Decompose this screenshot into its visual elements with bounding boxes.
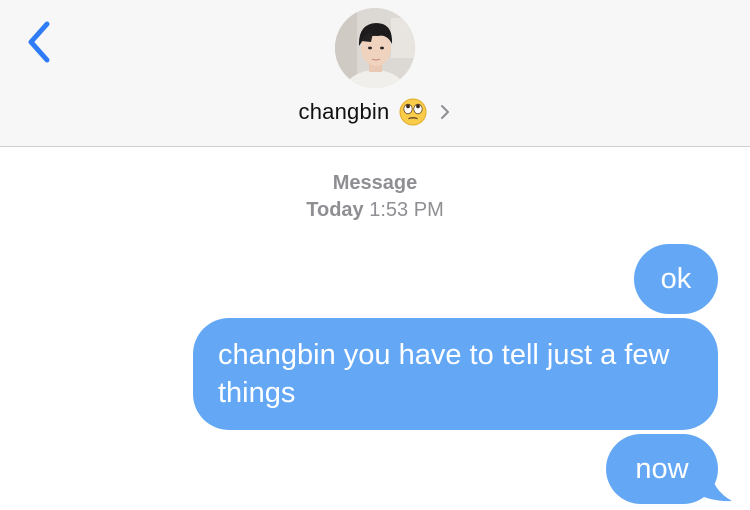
contact-name: changbin — [298, 99, 390, 124]
chevron-right-icon — [441, 105, 450, 119]
contact-avatar-photo — [335, 8, 415, 88]
imessage-conversation-screen: changbin Message Today 1:53 PM ok changb… — [0, 0, 750, 510]
thread-timestamp: Message Today 1:53 PM — [0, 170, 750, 224]
message-bubble-outgoing[interactable]: changbin you have to tell just a few thi… — [193, 318, 718, 430]
face-with-rolling-eyes-emoji — [399, 98, 427, 126]
timestamp-time: 1:53 PM — [369, 199, 444, 221]
contact-details-button[interactable]: changbin — [0, 96, 750, 128]
bubble-tail — [690, 468, 732, 502]
service-label: Message — [332, 172, 418, 194]
chevron-left-icon — [28, 21, 50, 63]
conversation-header: changbin — [0, 0, 750, 147]
timestamp-line: Today 1:53 PM — [0, 197, 750, 224]
timestamp-day: Today — [306, 199, 364, 221]
message-bubble-outgoing[interactable]: ok — [634, 244, 718, 314]
back-button[interactable] — [20, 18, 60, 66]
avatar[interactable] — [335, 8, 415, 88]
